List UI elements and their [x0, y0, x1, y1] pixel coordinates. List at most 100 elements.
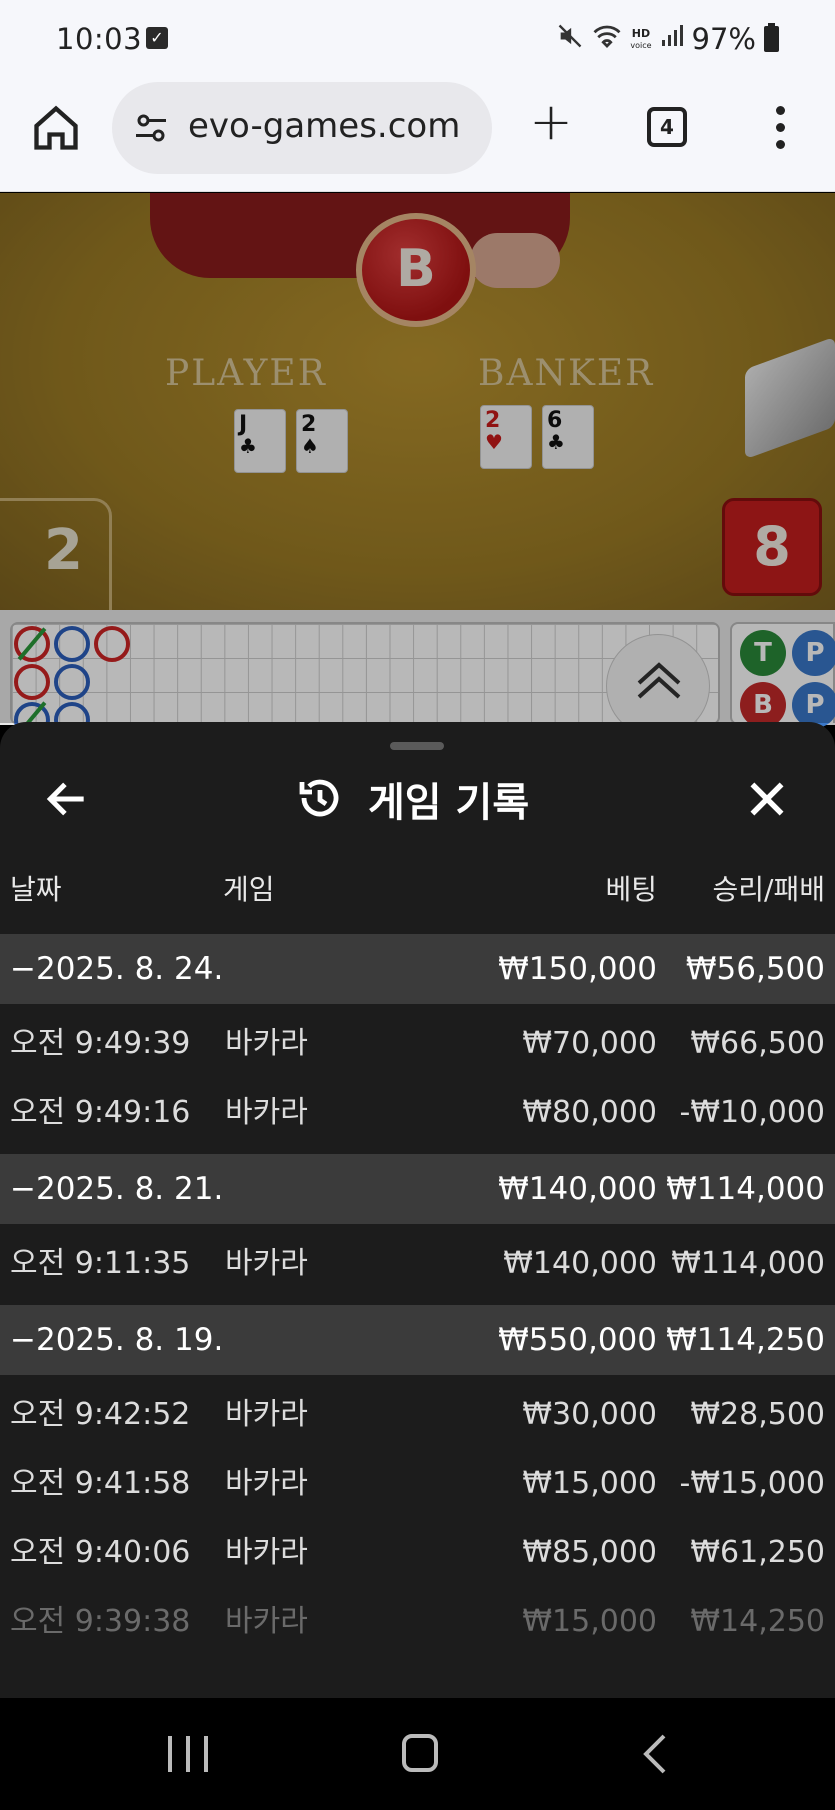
hd-top: HD [631, 26, 651, 40]
row-game: 바카라 [225, 1397, 308, 1432]
column-header-game: 게임 [223, 873, 275, 906]
history-row: 오전 9:39:38 바카라 ₩15,000 ₩14,250 [0, 1587, 835, 1657]
chevron-left-icon [643, 1734, 666, 1774]
history-row: 오전 9:42:52 바카라 ₩30,000 ₩28,500 [0, 1380, 835, 1450]
row-bet: ₩80,000 [522, 1095, 657, 1130]
row-game: 바카라 [225, 1246, 308, 1281]
hd-bottom: voice [630, 40, 652, 50]
row-bet: ₩140,000 [503, 1246, 657, 1281]
back-button[interactable] [42, 774, 92, 824]
road-stats-panel: T P B P [730, 622, 835, 728]
sheet-drag-handle[interactable] [390, 742, 444, 750]
row-date: 오전 9:40:06 [10, 1535, 191, 1570]
banker-marker-chip: B [356, 213, 476, 327]
player-label: PLAYER [165, 353, 327, 394]
row-result: ₩61,250 [690, 1535, 825, 1570]
history-row: 오전 9:49:16 바카라 ₩80,000 -₩10,000 [0, 1078, 835, 1148]
row-date: 오전 9:39:38 [10, 1604, 191, 1639]
row-result: ₩28,500 [690, 1397, 825, 1432]
history-row: 오전 9:40:06 바카라 ₩85,000 ₩61,250 [0, 1518, 835, 1588]
checkbox-notification-icon: ✓ [146, 27, 168, 49]
row-result: ₩114,250 [666, 1322, 825, 1358]
player-score: 2 [0, 498, 112, 610]
site-settings-icon[interactable] [132, 110, 170, 146]
sheet-title: 게임 기록 [368, 780, 530, 826]
recents-button[interactable] [168, 1736, 208, 1772]
date-group-row[interactable]: −2025. 8. 24. ₩150,000 ₩56,500 [0, 934, 835, 1004]
browser-toolbar: evo-games.com + 4 [0, 78, 835, 192]
history-row: 오전 9:11:35 바카라 ₩140,000 ₩114,000 [0, 1229, 835, 1299]
row-result: -₩15,000 [679, 1466, 825, 1501]
column-header-date: 날짜 [10, 873, 62, 906]
column-header-bet: 베팅 [605, 873, 657, 906]
row-game: 바카라 [225, 1095, 308, 1130]
row-bet: ₩150,000 [498, 951, 657, 987]
row-bet: ₩15,000 [522, 1466, 657, 1501]
battery-percent: 97% [691, 22, 756, 56]
row-result: -₩10,000 [679, 1095, 825, 1130]
browser-menu-button[interactable] [774, 106, 786, 150]
date-group-row[interactable]: −2025. 8. 21. ₩140,000 ₩114,000 [0, 1154, 835, 1224]
status-bar: 10:03 ✓ HD voice 97% [0, 0, 835, 78]
bead-player [54, 664, 90, 700]
row-result: ₩56,500 [685, 951, 825, 987]
game-history-sheet: 게임 기록 날짜 게임 베팅 승리/패배 −2025. 8. 24. ₩150,0… [0, 722, 835, 1698]
banker-card-2: 6 ♣ [542, 405, 594, 469]
dealer-hand [470, 233, 560, 288]
player-card-1: J ♣ [234, 409, 286, 473]
row-game: 바카라 [225, 1466, 308, 1501]
row-bet: ₩140,000 [498, 1171, 657, 1207]
baccarat-table: B PLAYER BANKER J ♣ 2 ♠ 2 ♥ 6 ♣ 2 8 [0, 193, 835, 610]
banker-label: BANKER [478, 353, 655, 394]
column-header-result: 승리/패배 [712, 873, 825, 906]
row-date: 오전 9:49:39 [10, 1026, 191, 1061]
row-game: 바카라 [225, 1535, 308, 1570]
row-date: 오전 9:49:16 [10, 1095, 191, 1130]
history-row: 오전 9:49:39 바카라 ₩70,000 ₩66,500 [0, 1009, 835, 1079]
signal-icon [660, 23, 684, 55]
wifi-icon [592, 22, 622, 56]
tie-count-pill: T [740, 630, 786, 676]
bead-banker [14, 664, 50, 700]
arrow-left-icon [46, 782, 84, 816]
row-date: −2025. 8. 21. [10, 1171, 224, 1207]
banker-card-1: 2 ♥ [480, 405, 532, 469]
row-bet: ₩15,000 [522, 1604, 657, 1639]
row-date: −2025. 8. 24. [10, 951, 224, 987]
bead-banker [94, 626, 130, 662]
nav-back-button[interactable] [640, 1732, 670, 1776]
new-tab-button[interactable]: + [528, 96, 574, 148]
double-chevron-up-icon [637, 662, 681, 699]
row-bet: ₩550,000 [498, 1322, 657, 1358]
date-group-row[interactable]: −2025. 8. 19. ₩550,000 ₩114,250 [0, 1305, 835, 1375]
bead-player [54, 626, 90, 662]
row-bet: ₩30,000 [522, 1397, 657, 1432]
mute-icon [556, 22, 584, 56]
history-icon [296, 774, 344, 822]
row-result: ₩114,000 [666, 1171, 825, 1207]
url-text: evo-games.com [188, 106, 461, 146]
home-icon [34, 105, 78, 150]
row-date: 오전 9:41:58 [10, 1466, 191, 1501]
system-nav-bar [0, 1698, 835, 1810]
address-bar[interactable]: evo-games.com [112, 82, 492, 174]
home-button[interactable] [30, 102, 82, 154]
row-game: 바카라 [225, 1026, 308, 1061]
hd-voice-icon: HD voice [630, 28, 651, 51]
row-bet: ₩70,000 [522, 1026, 657, 1061]
player-card-2: 2 ♠ [296, 409, 348, 473]
nav-home-button[interactable] [402, 1734, 438, 1772]
row-bet: ₩85,000 [522, 1535, 657, 1570]
row-date: −2025. 8. 19. [10, 1322, 224, 1358]
row-result: ₩66,500 [690, 1026, 825, 1061]
row-date: 오전 9:42:52 [10, 1397, 191, 1432]
row-result: ₩114,000 [671, 1246, 825, 1281]
scoreboard-road: T P B P [0, 610, 835, 738]
close-icon [750, 782, 784, 816]
status-right-icons: HD voice 97% [556, 22, 779, 56]
tab-switcher-button[interactable]: 4 [647, 107, 687, 147]
close-button[interactable] [742, 774, 792, 824]
status-time: 10:03 [56, 22, 143, 56]
row-date: 오전 9:11:35 [10, 1246, 191, 1281]
card-shoe [745, 336, 835, 460]
